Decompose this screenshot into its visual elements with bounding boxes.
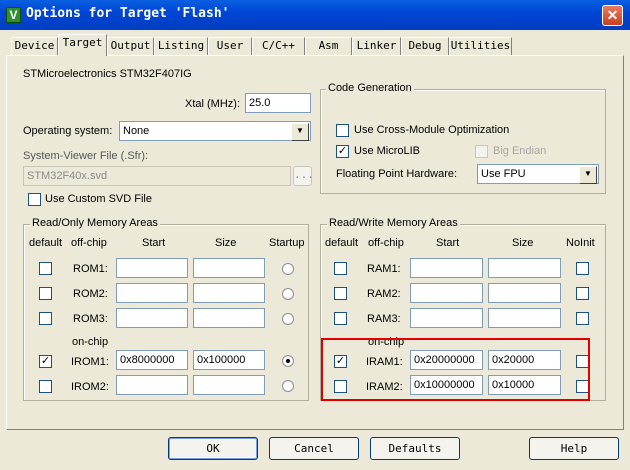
- irom1-startup-radio[interactable]: [282, 355, 294, 367]
- ram1-label: RAM1:: [367, 263, 401, 275]
- custom-svd-label: Use Custom SVD File: [45, 193, 152, 205]
- custom-svd-checkbox[interactable]: [28, 193, 41, 206]
- tab-listing[interactable]: Listing: [154, 37, 208, 55]
- sysviewer-input: STM32F40x.svd: [23, 166, 291, 186]
- ram-header-offchip: off-chip: [368, 237, 404, 249]
- fpu-label: Floating Point Hardware:: [336, 168, 458, 180]
- sysviewer-browse-button: ...: [293, 166, 314, 186]
- irom1-size-input[interactable]: 0x100000: [193, 350, 265, 370]
- defaults-button[interactable]: Defaults: [370, 437, 460, 460]
- rom-header-start: Start: [142, 237, 166, 249]
- os-label: Operating system:: [23, 125, 113, 137]
- app-icon: V: [6, 7, 21, 23]
- chevron-down-icon[interactable]: ▼: [291, 123, 309, 141]
- rom3-size-input[interactable]: [193, 308, 265, 328]
- ram2-default-checkbox[interactable]: [334, 287, 347, 300]
- xtal-input[interactable]: 25.0: [245, 93, 311, 113]
- irom2-label: IROM2:: [71, 381, 109, 393]
- device-name: STMicroelectronics STM32F407IG: [23, 68, 192, 80]
- ram-header-size: Size: [512, 237, 534, 249]
- os-select-value: None: [123, 125, 150, 137]
- code-generation-title: Code Generation: [326, 82, 414, 94]
- ram3-default-checkbox[interactable]: [334, 312, 347, 325]
- tab-output[interactable]: Output: [107, 37, 154, 55]
- big-endian-label: Big Endian: [493, 145, 547, 157]
- big-endian-checkbox: [475, 145, 488, 158]
- irom1-start-input[interactable]: 0x8000000: [116, 350, 188, 370]
- rom1-startup-radio[interactable]: [282, 263, 294, 275]
- tab-cc[interactable]: C/C++: [252, 37, 305, 55]
- rom2-size-input[interactable]: [193, 283, 265, 303]
- chevron-down-icon[interactable]: ▼: [579, 166, 597, 184]
- microlib-label: Use MicroLIB: [354, 145, 421, 157]
- rom2-startup-radio[interactable]: [282, 288, 294, 300]
- tab-utilities[interactable]: Utilities: [449, 37, 512, 55]
- ram2-label: RAM2:: [367, 288, 401, 300]
- ram1-default-checkbox[interactable]: [334, 262, 347, 275]
- rom2-start-input[interactable]: [116, 283, 188, 303]
- tab-target[interactable]: Target: [58, 34, 107, 56]
- tab-debug[interactable]: Debug: [401, 37, 449, 55]
- ram2-size-input[interactable]: [488, 283, 561, 303]
- rom-header-size: Size: [215, 237, 237, 249]
- microlib-checkbox[interactable]: ✓: [336, 145, 349, 158]
- rom3-default-checkbox[interactable]: [39, 312, 52, 325]
- rom1-size-input[interactable]: [193, 258, 265, 278]
- ram2-noinit-checkbox[interactable]: [576, 287, 589, 300]
- ram-header-start: Start: [436, 237, 460, 249]
- irom2-startup-radio[interactable]: [282, 380, 294, 392]
- cross-module-label: Use Cross-Module Optimization: [354, 124, 510, 136]
- irom2-size-input[interactable]: [193, 375, 265, 395]
- rom1-start-input[interactable]: [116, 258, 188, 278]
- ram-header-noinit: NoInit: [566, 237, 595, 249]
- ram-group-title: Read/Write Memory Areas: [327, 217, 460, 229]
- fpu-select-value: Use FPU: [481, 168, 526, 180]
- rom3-label: ROM3:: [73, 313, 108, 325]
- close-button[interactable]: ✕: [602, 5, 623, 26]
- irom2-start-input[interactable]: [116, 375, 188, 395]
- help-button[interactable]: Help: [529, 437, 619, 460]
- fpu-select[interactable]: Use FPU ▼: [477, 164, 599, 184]
- cross-module-checkbox[interactable]: [336, 124, 349, 137]
- ram1-size-input[interactable]: [488, 258, 561, 278]
- ram-header-default: default: [325, 237, 359, 249]
- rom1-label: ROM1:: [73, 263, 108, 275]
- window-title: Options for Target 'Flash': [26, 6, 230, 21]
- rom-group-title: Read/Only Memory Areas: [30, 217, 160, 229]
- highlight-box: [321, 338, 590, 401]
- tab-user[interactable]: User: [208, 37, 252, 55]
- ram1-noinit-checkbox[interactable]: [576, 262, 589, 275]
- irom1-default-checkbox[interactable]: ✓: [39, 355, 52, 368]
- ram1-start-input[interactable]: [410, 258, 483, 278]
- ram3-noinit-checkbox[interactable]: [576, 312, 589, 325]
- ram3-size-input[interactable]: [488, 308, 561, 328]
- tab-linker[interactable]: Linker: [352, 37, 401, 55]
- tab-asm[interactable]: Asm: [305, 37, 352, 55]
- xtal-label: Xtal (MHz):: [185, 98, 240, 110]
- sysviewer-label: System-Viewer File (.Sfr):: [23, 150, 149, 162]
- rom-header-startup: Startup: [269, 237, 305, 249]
- rom3-start-input[interactable]: [116, 308, 188, 328]
- rom2-label: ROM2:: [73, 288, 108, 300]
- ram3-label: RAM3:: [367, 313, 401, 325]
- ram3-start-input[interactable]: [410, 308, 483, 328]
- ram2-start-input[interactable]: [410, 283, 483, 303]
- cancel-button[interactable]: Cancel: [269, 437, 359, 460]
- os-select[interactable]: None ▼: [119, 121, 311, 141]
- rom-onchip-label: on-chip: [72, 336, 109, 348]
- rom3-startup-radio[interactable]: [282, 313, 294, 325]
- rom1-default-checkbox[interactable]: [39, 262, 52, 275]
- ok-button[interactable]: OK: [168, 437, 258, 460]
- rom2-default-checkbox[interactable]: [39, 287, 52, 300]
- tab-device[interactable]: Device: [11, 37, 58, 55]
- radio-selected-dot: [286, 359, 290, 363]
- rom-header-offchip: off-chip: [71, 237, 107, 249]
- irom1-label: IROM1:: [71, 356, 109, 368]
- rom-header-default: default: [29, 237, 63, 249]
- irom2-default-checkbox[interactable]: [39, 380, 52, 393]
